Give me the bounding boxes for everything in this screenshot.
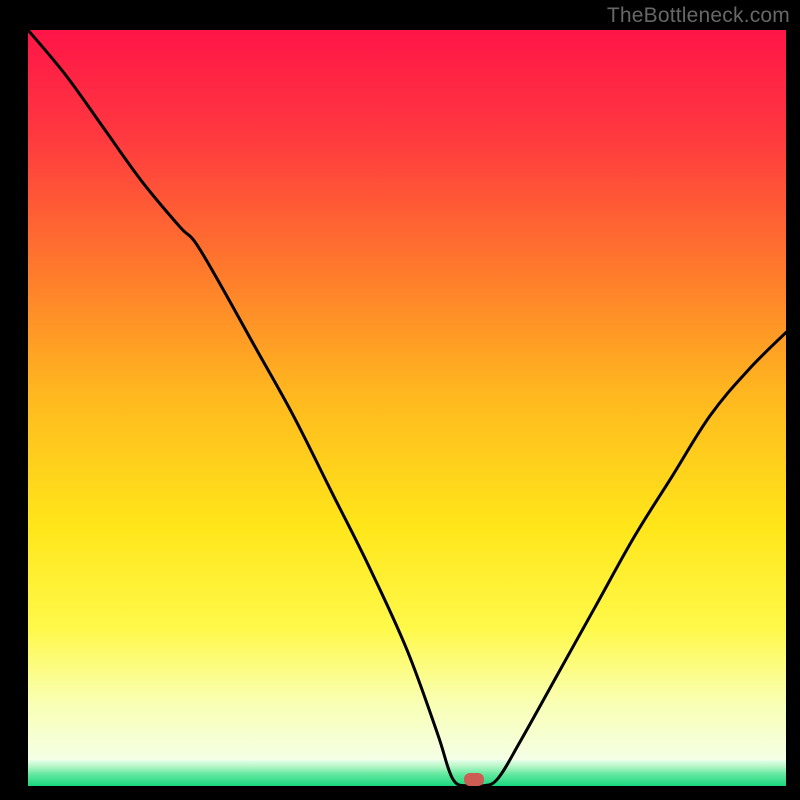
chart-plot-area [28, 30, 786, 786]
watermark-text: TheBottleneck.com [607, 4, 790, 28]
stage: TheBottleneck.com [0, 0, 800, 800]
plot-inner [28, 30, 786, 786]
bottleneck-curve [28, 30, 786, 786]
optimal-marker [464, 773, 484, 786]
